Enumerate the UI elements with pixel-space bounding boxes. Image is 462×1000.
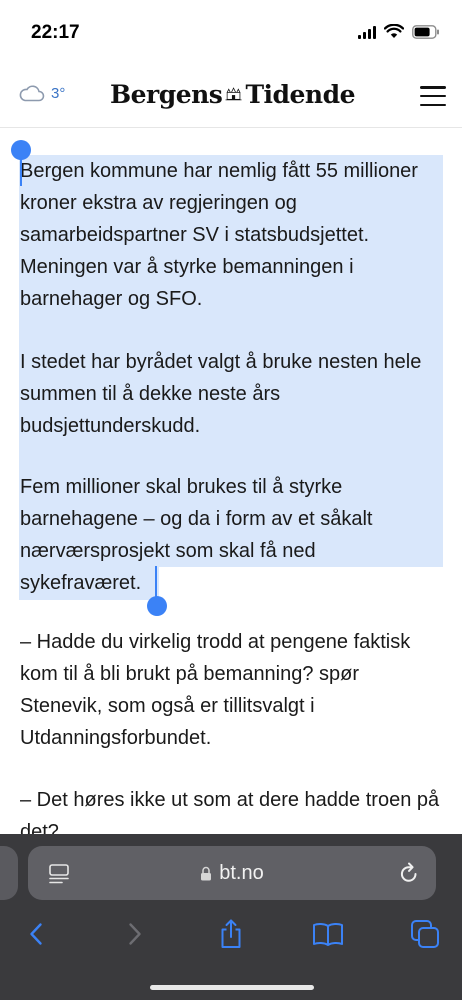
- cellular-signal-icon: [358, 25, 376, 39]
- article-body: Bergen kommune har nemlig fått 55 millio…: [0, 128, 462, 834]
- selection-start-caret: [20, 156, 22, 186]
- article-paragraph[interactable]: Bergen kommune har nemlig fått 55 millio…: [20, 155, 440, 315]
- battery-icon: [412, 24, 440, 39]
- url-text: bt.no: [219, 861, 264, 884]
- address-bar[interactable]: bt.no: [28, 846, 436, 900]
- selection-end-caret: [155, 566, 157, 598]
- logo-word-bergens: Bergens: [110, 79, 223, 109]
- previous-tab-preview[interactable]: [0, 846, 18, 900]
- wifi-icon: [384, 24, 404, 39]
- status-time: 22:17: [31, 22, 80, 43]
- book-icon: [313, 922, 343, 946]
- address-center: bt.no: [28, 846, 436, 900]
- tabs-icon: [411, 920, 439, 948]
- bookmarks-button[interactable]: [308, 914, 348, 954]
- chevron-right-icon: [129, 923, 141, 945]
- selection-end-handle[interactable]: [147, 596, 167, 616]
- article-paragraph[interactable]: – Hadde du virkelig trodd at pengene fak…: [20, 626, 440, 754]
- browser-nav-row: [0, 914, 462, 954]
- share-icon: [221, 919, 241, 948]
- site-logo[interactable]: Bergens Tidende: [110, 76, 355, 112]
- browser-toolbar: bt.no: [0, 834, 462, 1000]
- reload-icon[interactable]: [398, 861, 420, 885]
- article-paragraph[interactable]: I stedet har byrådet valgt å bruke neste…: [20, 346, 440, 442]
- hamburger-menu-icon[interactable]: [420, 86, 446, 106]
- weather-temperature: 3°: [51, 84, 66, 102]
- tabs-button[interactable]: [405, 914, 445, 954]
- lock-icon: [201, 866, 212, 880]
- article-paragraph[interactable]: – Det høres ikke ut som at dere hadde tr…: [20, 784, 440, 834]
- status-bar: 22:17: [0, 0, 462, 62]
- chevron-left-icon: [30, 923, 42, 945]
- status-icons: [358, 24, 440, 39]
- cloud-icon: [19, 85, 45, 102]
- selection-start-handle[interactable]: [11, 140, 31, 160]
- logo-word-tidende: Tidende: [245, 79, 355, 109]
- crest-icon: [225, 87, 242, 101]
- weather-widget[interactable]: 3°: [18, 84, 65, 102]
- share-button[interactable]: [211, 914, 251, 954]
- home-indicator: [150, 985, 314, 990]
- back-button[interactable]: [16, 914, 56, 954]
- article-paragraph[interactable]: Fem millioner skal brukes til å styrke b…: [20, 471, 440, 599]
- site-header: 3° Bergens Tidende: [0, 62, 462, 128]
- forward-button[interactable]: [115, 914, 155, 954]
